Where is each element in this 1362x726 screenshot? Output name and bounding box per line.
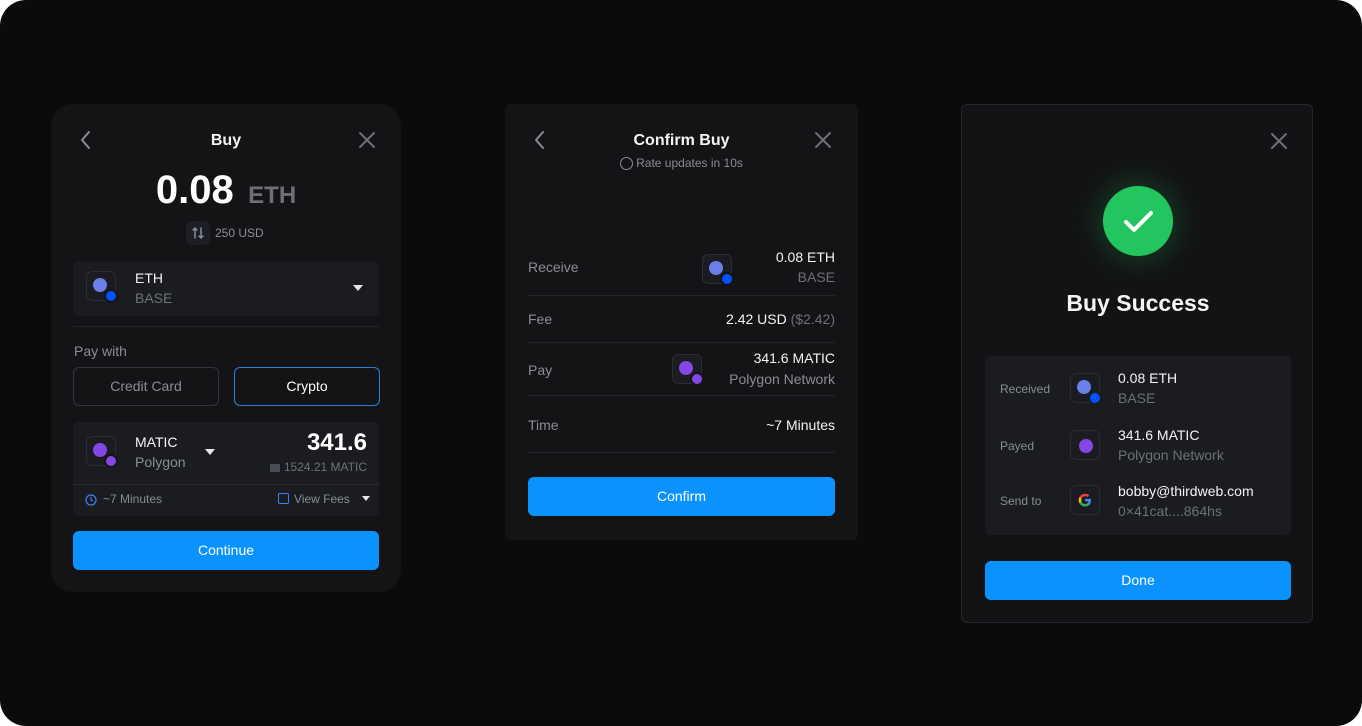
- google-icon: [1070, 485, 1100, 515]
- receive-token-chain: BASE: [135, 290, 173, 306]
- send-to-label: Send to: [1000, 494, 1042, 508]
- base-icon: [720, 272, 734, 286]
- received-value: 0.08 ETH: [1118, 370, 1178, 386]
- matic-icon: [1070, 430, 1100, 460]
- wallet-icon: [269, 463, 280, 472]
- pay-token-box: MATIC Polygon 341.6 1524.21 MATIC ~7 Min…: [73, 422, 379, 516]
- done-button[interactable]: Done: [985, 561, 1291, 600]
- pay-amount: 341.6: [306, 429, 367, 456]
- polygon-chain-icon: [104, 454, 118, 468]
- divider: [528, 295, 835, 296]
- view-fees-label: View Fees: [294, 491, 350, 506]
- check-icon: [1103, 186, 1173, 256]
- payed-value: 341.6 MATIC: [1118, 427, 1200, 443]
- fees-icon: [278, 493, 289, 505]
- amount-display: 0.08 ETH: [51, 168, 401, 213]
- summary-box: Received 0.08 ETH BASE Payed 341.6 MATIC…: [985, 356, 1291, 535]
- base-icon: [1088, 391, 1102, 405]
- amount-value: 0.08: [155, 168, 234, 212]
- divider: [528, 395, 835, 396]
- confirm-title: Confirm Buy: [633, 132, 730, 149]
- polygon-chain-icon: [690, 372, 704, 386]
- clock-icon: [85, 493, 97, 506]
- buy-title: Buy: [210, 132, 242, 149]
- send-to-email: bobby@thirdweb.com: [1118, 483, 1254, 499]
- send-to-address: 0×41cat....864hs: [1118, 503, 1222, 519]
- view-fees-button[interactable]: View Fees: [278, 490, 371, 508]
- divider: [73, 326, 379, 327]
- clock-icon: [620, 157, 634, 171]
- confirm-button[interactable]: Confirm: [528, 477, 835, 516]
- fee-value: 2.42 USD: [726, 311, 787, 327]
- divider: [528, 452, 835, 453]
- receive-token-symbol: ETH: [135, 270, 163, 286]
- rate-seconds: 10s: [723, 156, 743, 170]
- time-label: Time: [528, 417, 559, 433]
- fee-row-value: 2.42 USD ($2.42): [726, 311, 835, 327]
- pay-network: Polygon Network: [729, 371, 835, 387]
- pay-value: 341.6 MATIC: [753, 350, 835, 366]
- base-icon: [104, 289, 118, 303]
- close-icon[interactable]: [355, 128, 379, 152]
- tab-crypto[interactable]: Crypto: [234, 367, 380, 406]
- success-card: Buy Success Received 0.08 ETH BASE Payed…: [961, 104, 1313, 623]
- matic-icon: [672, 354, 704, 386]
- canvas: Buy 0.08 ETH 250 USD ETH BASE Pay with C…: [0, 0, 1362, 726]
- time-value: ~7 Minutes: [766, 417, 835, 433]
- fee-usd: ($2.42): [790, 311, 835, 327]
- amount-token: ETH: [248, 182, 297, 209]
- continue-button[interactable]: Continue: [73, 531, 379, 570]
- receive-token-selector[interactable]: ETH BASE: [73, 261, 379, 316]
- buy-card: Buy 0.08 ETH 250 USD ETH BASE Pay with C…: [51, 104, 401, 592]
- pay-token-symbol: MATIC: [135, 434, 178, 450]
- chevron-down-icon: [353, 285, 363, 291]
- matic-icon: [86, 436, 118, 468]
- confirm-card: Confirm Buy Rate updates in 10s Receive …: [505, 104, 858, 540]
- chevron-down-icon: [205, 449, 215, 455]
- divider: [528, 342, 835, 343]
- eth-icon: [1070, 373, 1102, 405]
- divider: [73, 484, 379, 485]
- swap-icon[interactable]: [186, 221, 210, 245]
- chevron-down-icon: [362, 496, 371, 502]
- receive-chain: BASE: [797, 269, 835, 285]
- pay-with-label: Pay with: [74, 343, 127, 359]
- payed-network: Polygon Network: [1118, 447, 1224, 463]
- eth-icon: [702, 254, 734, 286]
- received-label: Received: [1000, 382, 1051, 396]
- time-estimate: ~7 Minutes: [103, 492, 163, 506]
- balance: 1524.21 MATIC: [283, 460, 367, 474]
- rate-update-row: Rate updates in 10s: [505, 156, 858, 171]
- rate-text: Rate updates in: [636, 156, 721, 170]
- pay-token-chain: Polygon: [135, 454, 186, 470]
- receive-value: 0.08 ETH: [775, 249, 835, 265]
- received-chain: BASE: [1118, 390, 1156, 406]
- success-title: Buy Success: [1066, 290, 1210, 316]
- balance-row: 1524.21 MATIC: [269, 460, 367, 474]
- receive-label: Receive: [528, 259, 579, 275]
- pay-token-selector[interactable]: MATIC Polygon: [73, 422, 233, 484]
- close-icon[interactable]: [1267, 129, 1291, 153]
- pay-label: Pay: [528, 362, 553, 378]
- close-icon[interactable]: [811, 128, 835, 152]
- fee-label: Fee: [528, 311, 553, 327]
- tab-credit-card[interactable]: Credit Card: [73, 367, 219, 406]
- eth-icon: [86, 271, 118, 303]
- usd-value: 250 USD: [215, 226, 264, 240]
- payed-label: Payed: [1000, 439, 1035, 453]
